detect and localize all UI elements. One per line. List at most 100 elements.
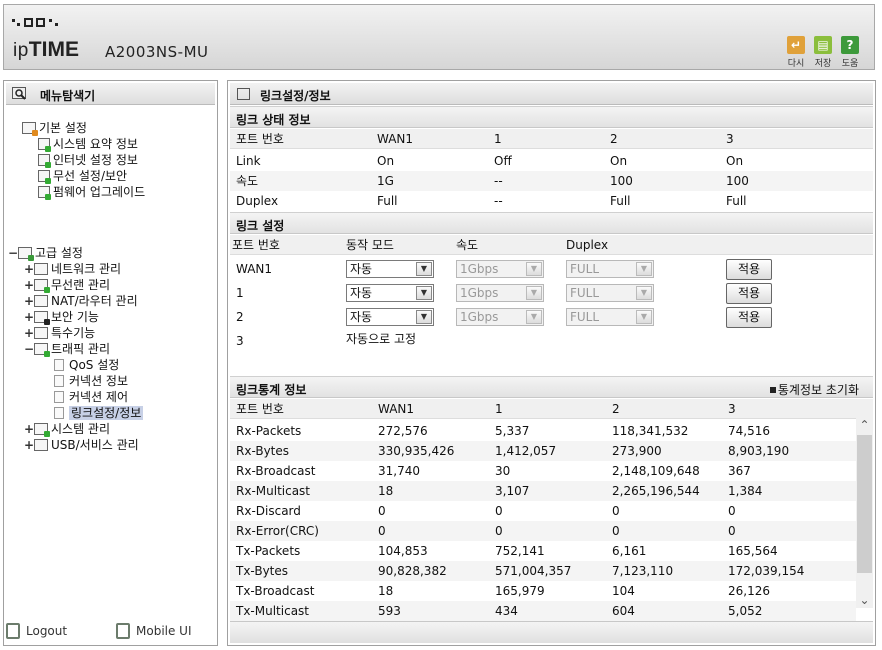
- stat-value: 0: [495, 524, 503, 538]
- stats-scrollbar[interactable]: ⌃ ⌄: [856, 417, 873, 608]
- folder-icon: [22, 122, 38, 136]
- brand-main: TIME: [28, 38, 79, 61]
- scroll-down-icon[interactable]: ⌄: [856, 592, 873, 608]
- tree-item-security[interactable]: + 보안 기능: [24, 309, 99, 325]
- chevron-down-icon: ▼: [416, 310, 432, 324]
- tree-item-system-mgmt[interactable]: + 시스템 관리: [24, 421, 110, 437]
- fixed-mode-text: 자동으로 고정: [346, 332, 417, 346]
- restart-button[interactable]: ↵ 다시: [783, 36, 809, 69]
- chevron-down-icon: ▼: [416, 262, 432, 276]
- menu-explorer-header: 메뉴탐색기: [6, 83, 215, 105]
- stat-value: 30: [495, 464, 511, 478]
- usb-icon: [34, 439, 48, 451]
- stat-value: 0: [728, 524, 736, 538]
- monitor-icon: [38, 154, 51, 168]
- link-status-section-title: 링크 상태 정보: [230, 106, 873, 128]
- stat-value: 7,123,110: [612, 564, 674, 578]
- tree-item-firmware-upgrade[interactable]: 펌웨어 업그레이드: [38, 184, 145, 200]
- tree-item-connection-control[interactable]: 커넥션 제어: [54, 389, 128, 405]
- logout-link[interactable]: Logout: [6, 623, 67, 639]
- apply-button-wan1[interactable]: 적용: [726, 259, 772, 280]
- magnifier-icon: [12, 87, 28, 104]
- link-config-row-wan1: WAN1 자동 ▼ 1Gbps ▼ FULL ▼ 적용: [230, 257, 873, 281]
- logout-icon: [6, 623, 20, 639]
- tree-item-usb-service[interactable]: + USB/서비스 관리: [24, 437, 139, 453]
- apply-button-2[interactable]: 적용: [726, 307, 772, 328]
- table-row: 속도 1G -- 100 100: [230, 171, 873, 191]
- reset-stats-link[interactable]: 통계정보 초기화: [770, 381, 859, 398]
- stat-value: 5,052: [728, 604, 763, 618]
- link-config-row-1: 1 자동 ▼ 1Gbps ▼ FULL ▼ 적용: [230, 281, 873, 305]
- apply-button-1[interactable]: 적용: [726, 283, 772, 304]
- main-panel-footer: [230, 621, 873, 643]
- stat-value: 752,141: [495, 544, 545, 558]
- restart-icon: ↵: [787, 36, 805, 54]
- stat-value: 604: [612, 604, 635, 618]
- table-row: Tx-Multicast 593 434 604 5,052: [230, 601, 856, 621]
- help-button[interactable]: ? 도움: [837, 36, 863, 69]
- tree-item-network[interactable]: + 네트워크 관리: [24, 261, 121, 277]
- upgrade-icon: [38, 186, 51, 200]
- speed-select-wan1: 1Gbps ▼: [456, 260, 544, 278]
- page-icon: [54, 375, 64, 387]
- mode-select-1[interactable]: 자동 ▼: [346, 284, 434, 302]
- stat-value: 1,412,057: [495, 444, 557, 458]
- stat-value: 434: [495, 604, 518, 618]
- mode-select-wan1[interactable]: 자동 ▼: [346, 260, 434, 278]
- tree-advanced-settings[interactable]: − 고급 설정: [8, 245, 83, 261]
- tree-item-system-summary[interactable]: 시스템 요약 정보: [38, 136, 138, 152]
- duplex-select-1: FULL ▼: [566, 284, 654, 302]
- duplex-select-2: FULL ▼: [566, 308, 654, 326]
- save-button[interactable]: ▤ 저장: [810, 36, 836, 69]
- stat-value: 18: [378, 484, 394, 498]
- table-row: Rx-Error(CRC) 0 0 0 0: [230, 521, 856, 541]
- stat-value: 8,903,190: [728, 444, 790, 458]
- tree-item-connection-info[interactable]: 커넥션 정보: [54, 373, 128, 389]
- selected-item-label: 링크설정/정보: [69, 406, 144, 420]
- mobile-ui-link[interactable]: Mobile UI: [116, 623, 192, 639]
- tree-item-traffic[interactable]: − 트래픽 관리: [24, 341, 110, 357]
- stat-label: Tx-Broadcast: [236, 584, 315, 598]
- tree-item-qos[interactable]: QoS 설정: [54, 357, 119, 373]
- scroll-thumb[interactable]: [857, 435, 872, 573]
- table-row: Duplex Full -- Full Full: [236, 194, 747, 208]
- collapse-toggle[interactable]: −: [8, 245, 18, 261]
- stat-value: 1,384: [728, 484, 763, 498]
- scroll-up-icon[interactable]: ⌃: [856, 417, 873, 433]
- folder-icon: [18, 247, 34, 261]
- link-config-row-3: 3 자동으로 고정: [230, 329, 873, 351]
- table-row: Rx-Broadcast 31,740 30 2,148,109,648 367: [230, 461, 856, 481]
- wireless-icon: [34, 279, 50, 293]
- stat-value: 165,564: [728, 544, 778, 558]
- chevron-down-icon: ▼: [526, 262, 542, 276]
- table-row: Tx-Bytes 90,828,382 571,004,357 7,123,110 17…: [230, 561, 856, 581]
- page-icon: [54, 407, 64, 419]
- table-row: Rx-Packets 272,576 5,337 118,341,532 74,516: [230, 421, 856, 441]
- traffic-icon: [34, 343, 50, 357]
- page-icon: [54, 359, 64, 371]
- save-icon: ▤: [814, 36, 832, 54]
- stat-value: 172,039,154: [728, 564, 805, 578]
- table-row: Tx-Packets 104,853 752,141 6,161 165,564: [230, 541, 856, 561]
- stat-value: 0: [495, 504, 503, 518]
- tree-item-link-settings[interactable]: 링크설정/정보: [54, 405, 144, 421]
- stat-value: 330,935,426: [378, 444, 455, 458]
- tree-item-internet-settings[interactable]: 인터넷 설정 정보: [38, 152, 138, 168]
- link-stats-section-title: 링크통계 정보: [236, 383, 307, 397]
- mode-select-2[interactable]: 자동 ▼: [346, 308, 434, 326]
- stat-label: Tx-Packets: [236, 544, 301, 558]
- stat-value: 571,004,357: [495, 564, 572, 578]
- tree-item-nat-router[interactable]: + NAT/라우터 관리: [24, 293, 138, 309]
- stat-label: Rx-Discard: [236, 504, 301, 518]
- menu-explorer: 메뉴탐색기 기본 설정 시스템 요약 정보 인터넷 설정 정보 무선 설정/보안…: [3, 80, 218, 646]
- link-stats-section: 링크통계 정보 통계정보 초기화: [230, 376, 873, 398]
- tree-item-wireless-security[interactable]: 무선 설정/보안: [38, 168, 127, 184]
- tree-item-wlan[interactable]: + 무선랜 관리: [24, 277, 110, 293]
- chevron-down-icon: ▼: [526, 310, 542, 324]
- stat-value: 0: [728, 504, 736, 518]
- table-row: Rx-Bytes 330,935,426 1,412,057 273,900 8,903…: [230, 441, 856, 461]
- tree-item-special[interactable]: + 특수기능: [24, 325, 95, 341]
- chevron-down-icon: ▼: [416, 286, 432, 300]
- sidebar-footer: Logout Mobile UI: [4, 621, 217, 643]
- tree-basic-settings[interactable]: 기본 설정: [22, 120, 87, 136]
